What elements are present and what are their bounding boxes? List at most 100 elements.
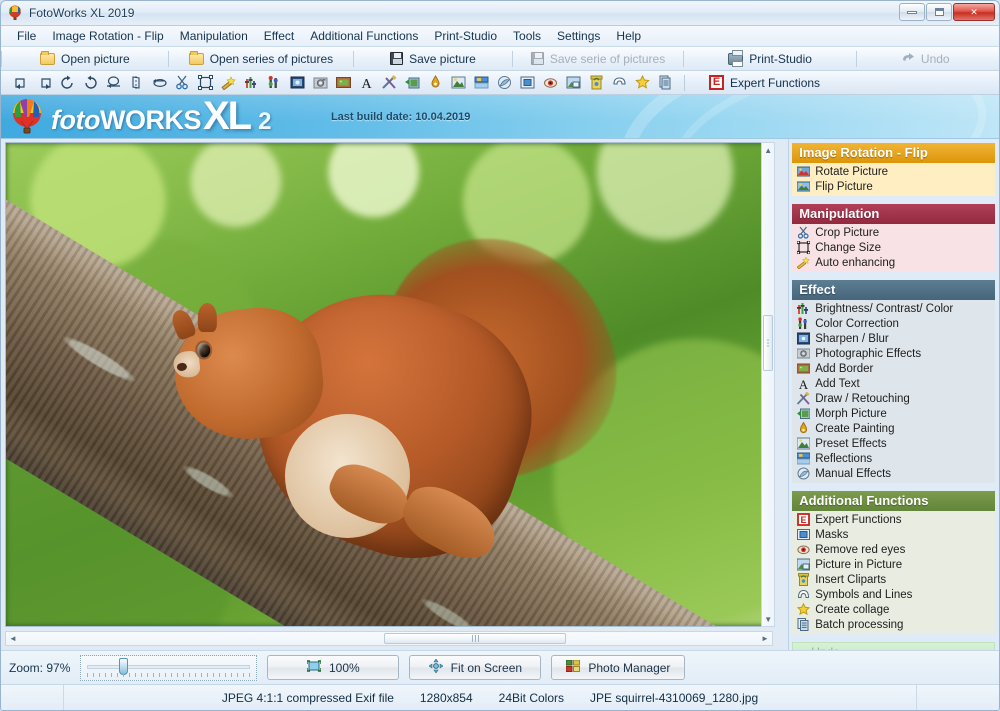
- canvas-horizontal-scrollbar[interactable]: ◄ ►: [5, 631, 773, 646]
- svg-text:A: A: [361, 77, 372, 90]
- flip-vertical-icon[interactable]: [103, 73, 123, 93]
- picture-in-picture-icon[interactable]: [563, 73, 583, 93]
- scroll-right-arrow-icon[interactable]: ►: [758, 632, 772, 645]
- rotate-cw-icon[interactable]: [80, 73, 100, 93]
- sidebar-undo-button[interactable]: Undo: [792, 642, 995, 650]
- photo-image[interactable]: [5, 142, 773, 627]
- manual-effects-icon[interactable]: [494, 73, 514, 93]
- rotate-ccw-icon[interactable]: [57, 73, 77, 93]
- menu-additional-functions[interactable]: Additional Functions: [302, 27, 426, 45]
- sidebar-item-expert-functions[interactable]: E Expert Functions: [792, 512, 995, 527]
- sidebar-item-draw-retouching[interactable]: Draw / Retouching: [792, 391, 995, 406]
- sidebar-item-masks[interactable]: Masks: [792, 527, 995, 542]
- color-correction-icon[interactable]: [264, 73, 284, 93]
- change-size-icon: [796, 240, 811, 255]
- photo-manager-button[interactable]: Photo Manager: [551, 655, 686, 680]
- sidebar-item-add-border[interactable]: Add Border: [792, 361, 995, 376]
- create-collage-star-icon[interactable]: [632, 73, 652, 93]
- flip-horizontal-icon[interactable]: [126, 73, 146, 93]
- sharpen-blur-icon[interactable]: [287, 73, 307, 93]
- masks-icon[interactable]: [517, 73, 537, 93]
- sidebar-item-symbols-and-lines[interactable]: Symbols and Lines: [792, 587, 995, 602]
- minimize-button[interactable]: [899, 3, 925, 21]
- tools-sidebar: Image Rotation - Flip Rotate Picture Fli…: [789, 139, 999, 650]
- horizontal-scrollbar-thumb[interactable]: [384, 633, 566, 644]
- sidebar-item-morph-picture[interactable]: Morph Picture: [792, 406, 995, 421]
- resize-icon[interactable]: [149, 73, 169, 93]
- sidebar-item-create-painting[interactable]: Create Painting: [792, 421, 995, 436]
- auto-enhance-wand-icon[interactable]: [218, 73, 238, 93]
- sidebar-item-create-collage[interactable]: Create collage: [792, 602, 995, 617]
- expert-functions-toolbar-button[interactable]: E Expert Functions: [709, 75, 820, 90]
- sidebar-item-rotate-picture[interactable]: Rotate Picture: [792, 164, 995, 179]
- maximize-button[interactable]: [926, 3, 952, 21]
- sidebar-item-remove-red-eyes[interactable]: Remove red eyes: [792, 542, 995, 557]
- save-picture-button[interactable]: Save picture: [354, 48, 512, 70]
- sidebar-item-color-correction[interactable]: Color Correction: [792, 316, 995, 331]
- group-body-effect: Brightness/ Contrast/ Color Color Correc…: [792, 300, 995, 483]
- scroll-up-arrow-icon[interactable]: ▲: [762, 143, 774, 157]
- folder-icon: [188, 50, 204, 65]
- menu-manipulation[interactable]: Manipulation: [172, 27, 256, 45]
- canvas-vertical-scrollbar[interactable]: ▲ ▼: [761, 142, 776, 627]
- photographic-effects-icon[interactable]: [310, 73, 330, 93]
- sidebar-item-flip-picture[interactable]: Flip Picture: [792, 179, 995, 194]
- sidebar-item-batch-processing[interactable]: Batch processing: [792, 617, 995, 632]
- create-painting-icon[interactable]: [425, 73, 445, 93]
- actual-size-button[interactable]: 100%: [267, 655, 400, 680]
- preset-effects-icon[interactable]: [448, 73, 468, 93]
- scroll-down-arrow-icon[interactable]: ▼: [762, 612, 774, 626]
- menu-settings[interactable]: Settings: [549, 27, 608, 45]
- add-border-icon[interactable]: [333, 73, 353, 93]
- squirrel-ear-right: [197, 302, 217, 332]
- remove-red-eyes-icon[interactable]: [540, 73, 560, 93]
- sidebar-item-change-size[interactable]: Change Size: [792, 240, 995, 255]
- add-text-icon[interactable]: A: [356, 73, 376, 93]
- reflections-icon[interactable]: [471, 73, 491, 93]
- actual-size-icon: [306, 660, 322, 675]
- rotate-left-icon[interactable]: [11, 73, 31, 93]
- menu-tools[interactable]: Tools: [505, 27, 549, 45]
- sidebar-item-sharpen-blur[interactable]: Sharpen / Blur: [792, 331, 995, 346]
- sidebar-item-brightness-contrast-color[interactable]: Brightness/ Contrast/ Color: [792, 301, 995, 316]
- color-correction-icon: [797, 317, 810, 330]
- brightness-contrast-icon[interactable]: [241, 73, 261, 93]
- save-series-button[interactable]: Save serie of pictures: [513, 48, 683, 70]
- sidebar-item-crop-picture[interactable]: Crop Picture: [792, 225, 995, 240]
- sidebar-item-manual-effects[interactable]: Manual Effects: [792, 466, 995, 481]
- sidebar-item-insert-cliparts[interactable]: Insert Cliparts: [792, 572, 995, 587]
- menu-effect[interactable]: Effect: [256, 27, 302, 45]
- open-picture-button[interactable]: Open picture: [2, 48, 168, 70]
- sidebar-label: Draw / Retouching: [815, 392, 910, 405]
- draw-retouch-icon[interactable]: [379, 73, 399, 93]
- close-button[interactable]: ✕: [953, 3, 995, 21]
- print-studio-button[interactable]: Print-Studio: [684, 48, 856, 70]
- svg-text:A: A: [799, 377, 809, 390]
- vertical-scrollbar-thumb[interactable]: [763, 315, 774, 371]
- undo-button[interactable]: Undo: [857, 48, 964, 70]
- sidebar-item-picture-in-picture[interactable]: Picture in Picture: [792, 557, 995, 572]
- flip-picture-icon: [796, 180, 811, 193]
- menu-print-studio[interactable]: Print-Studio: [426, 27, 505, 45]
- sidebar-item-reflections[interactable]: Reflections: [792, 451, 995, 466]
- image-canvas-area[interactable]: ▲ ▼ ◄ ►: [1, 139, 790, 650]
- zoom-slider[interactable]: [80, 654, 258, 681]
- batch-processing-icon[interactable]: [655, 73, 675, 93]
- rotate-right-icon[interactable]: [34, 73, 54, 93]
- symbols-and-lines-icon[interactable]: [609, 73, 629, 93]
- sidebar-item-add-text[interactable]: A Add Text: [792, 376, 995, 392]
- open-series-button[interactable]: Open series of pictures: [169, 48, 353, 70]
- menu-help[interactable]: Help: [608, 27, 649, 45]
- sidebar-item-auto-enhancing[interactable]: Auto enhancing: [792, 255, 995, 270]
- sidebar-item-preset-effects[interactable]: Preset Effects: [792, 436, 995, 451]
- fit-on-screen-button[interactable]: Fit on Screen: [409, 655, 542, 680]
- sidebar-item-photographic-effects[interactable]: Photographic Effects: [792, 346, 995, 361]
- menu-file[interactable]: File: [9, 27, 44, 45]
- scroll-left-arrow-icon[interactable]: ◄: [6, 632, 20, 645]
- menu-image-rotation-flip[interactable]: Image Rotation - Flip: [44, 27, 171, 45]
- morph-picture-icon[interactable]: [402, 73, 422, 93]
- insert-cliparts-icon[interactable]: [586, 73, 606, 93]
- crop-scissors-icon[interactable]: [172, 73, 192, 93]
- change-size-icon[interactable]: [195, 73, 215, 93]
- open-picture-label: Open picture: [61, 51, 130, 66]
